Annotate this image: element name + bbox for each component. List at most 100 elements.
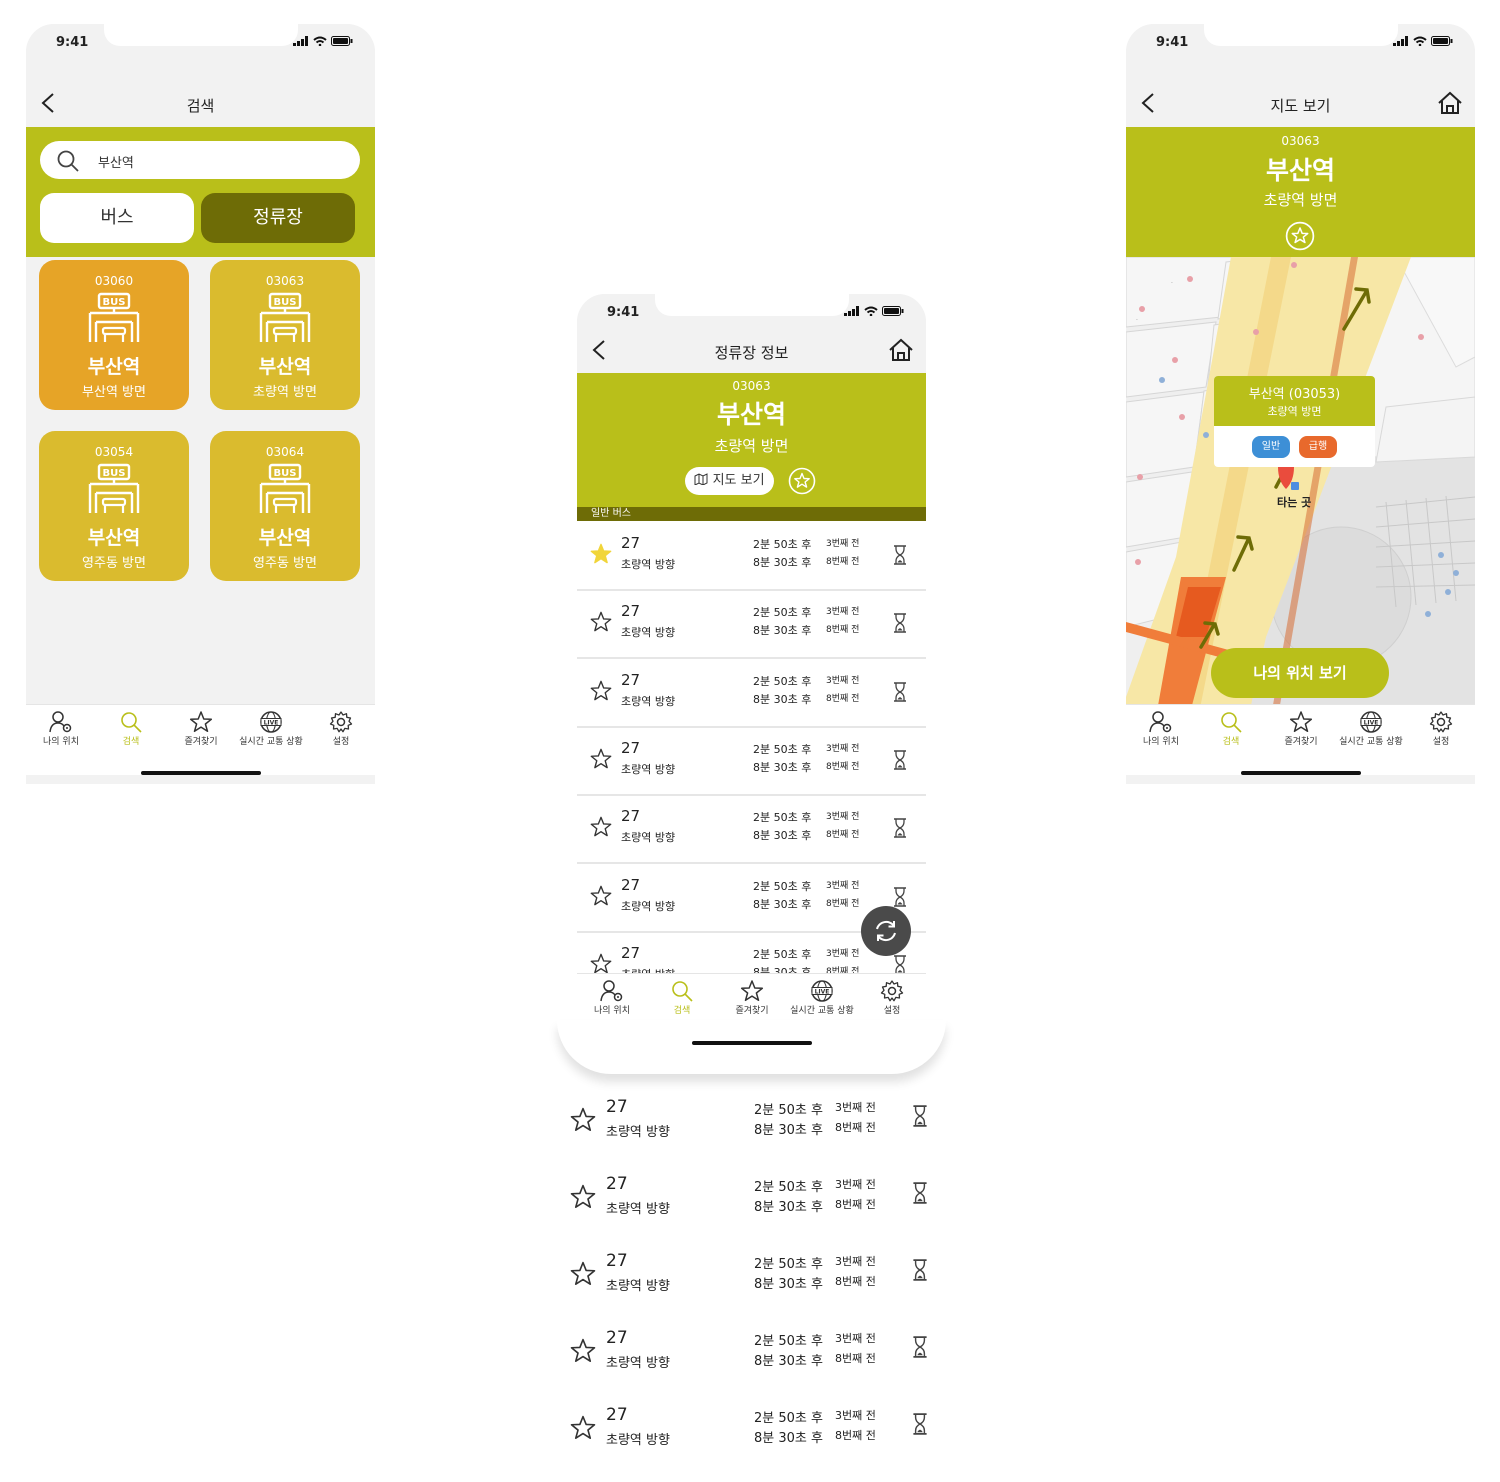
home-icon[interactable] — [1437, 91, 1463, 115]
tab-live-traffic[interactable]: LIVE 실시간 교통 상황 — [1336, 711, 1406, 747]
stop-tab-button[interactable]: 정류장 — [201, 193, 355, 243]
second-arrival-stops: 8번째 전 — [826, 966, 860, 973]
favorite-toggle[interactable] — [590, 953, 612, 973]
favorite-toggle[interactable] — [590, 816, 612, 842]
second-arrival-time: 8분 30초 후 — [753, 965, 812, 973]
refresh-icon — [876, 920, 896, 942]
arrival-alarm-button[interactable] — [912, 1259, 928, 1285]
first-arrival-stops: 3번째 전 — [835, 1409, 876, 1422]
arrival-alarm-button[interactable] — [912, 1336, 928, 1362]
tab-live-traffic[interactable]: LIVE 실시간 교통 상황 — [787, 980, 857, 1016]
first-arrival-time: 2분 50초 후 — [753, 606, 812, 620]
first-arrival-time: 2분 50초 후 — [753, 879, 812, 893]
arrival-row[interactable]: 27 초량역 방향 2분 50초 후 3번째 전 8분 30초 후 8번째 전 — [577, 521, 926, 591]
favorite-toggle[interactable] — [590, 748, 612, 774]
favorite-toggle[interactable] — [570, 1107, 596, 1137]
arrival-row[interactable]: 27 초량역 방향 2분 50초 후 3번째 전 8분 30초 후 8번째 전 — [566, 1328, 946, 1405]
stop-code: 03063 — [732, 379, 771, 393]
star-icon — [590, 953, 612, 973]
first-arrival-stops: 3번째 전 — [826, 539, 860, 549]
tab-favorites[interactable]: 즐겨찾기 — [1266, 711, 1336, 747]
tab-label: 설정 — [883, 1006, 901, 1016]
arrival-alarm-button[interactable] — [893, 954, 907, 973]
arrival-alarm-button[interactable] — [893, 818, 907, 842]
stop-card[interactable]: 03060 BUS 부산역 부산역 방면 — [39, 260, 189, 410]
view-map-button[interactable]: 지도 보기 — [685, 467, 774, 495]
first-arrival-stops: 3번째 전 — [826, 880, 860, 891]
favorite-toggle[interactable] — [570, 1261, 596, 1291]
arrival-row[interactable]: 27 초량역 방향 2분 50초 후 3번째 전 8분 30초 후 8번째 전 — [566, 1405, 946, 1482]
star-icon — [570, 1107, 596, 1131]
arrival-alarm-button[interactable] — [912, 1182, 928, 1208]
signal-icon — [293, 36, 308, 46]
hourglass-icon — [913, 1336, 927, 1358]
stop-card[interactable]: 03063 BUS 부산역 초량역 방면 — [210, 260, 360, 410]
favorite-toggle[interactable] — [590, 885, 612, 911]
favorite-toggle[interactable] — [570, 1338, 596, 1368]
favorite-toggle[interactable] — [570, 1415, 596, 1445]
gear-icon — [329, 711, 353, 733]
express-bus-button[interactable]: 급행 — [1299, 436, 1337, 458]
arrival-row[interactable]: 27 초량역 방향 2분 50초 후 3번째 전 8분 30초 후 8번째 전 — [566, 1097, 946, 1174]
arrival-row[interactable]: 27 초량역 방향 2분 50초 후 3번째 전 8분 30초 후 8번째 전 — [577, 726, 926, 796]
search-input[interactable] — [96, 150, 340, 172]
arrival-alarm-button[interactable] — [893, 613, 907, 637]
stop-card[interactable]: 03054 BUS 부산역 영주동 방면 — [39, 431, 189, 581]
tab-search[interactable]: 검색 — [1196, 711, 1266, 747]
home-icon[interactable] — [888, 338, 914, 362]
home-indicator — [692, 1041, 812, 1045]
tab-settings[interactable]: 설정 — [306, 711, 375, 747]
tab-favorites[interactable]: 즐겨찾기 — [166, 711, 236, 747]
bus-direction: 초량역 방향 — [606, 1279, 670, 1294]
stop-card[interactable]: 03064 BUS 부산역 영주동 방면 — [210, 431, 360, 581]
tab-search[interactable]: 검색 — [96, 711, 166, 747]
popup-stop-direction: 초량역 방면 — [1267, 405, 1322, 418]
tab-favorites[interactable]: 즐겨찾기 — [717, 980, 787, 1016]
favorite-toggle[interactable] — [590, 543, 612, 569]
first-arrival-time: 2분 50초 후 — [753, 538, 812, 551]
search-icon — [1221, 712, 1242, 733]
normal-bus-button[interactable]: 일반 — [1252, 436, 1290, 458]
arrival-row[interactable]: 27 초량역 방향 2분 50초 후 3번째 전 8분 30초 후 8번째 전 — [577, 658, 926, 728]
arrival-alarm-button[interactable] — [893, 750, 907, 774]
search-box[interactable] — [40, 141, 360, 179]
arrival-row[interactable]: 27 초량역 방향 2분 50초 후 3번째 전 8분 30초 후 8번째 전 — [577, 589, 926, 660]
stop-header: 03063 부산역 초량역 방면 — [1126, 127, 1475, 257]
tab-settings[interactable]: 설정 — [857, 980, 926, 1016]
bus-stop-icon: BUS — [88, 463, 140, 513]
favorite-star-button[interactable] — [788, 467, 816, 495]
first-arrival-time: 2분 50초 후 — [753, 947, 812, 961]
favorite-toggle[interactable] — [590, 680, 612, 706]
arrival-alarm-button[interactable] — [893, 545, 907, 569]
page-title: 정류장 정보 — [714, 344, 789, 362]
favorite-toggle[interactable] — [590, 611, 612, 637]
tab-my-location[interactable]: 나의 위치 — [26, 711, 96, 747]
hourglass-icon — [894, 545, 906, 565]
first-arrival-stops: 3번째 전 — [826, 948, 860, 959]
bus-tab-button[interactable]: 버스 — [40, 193, 194, 243]
arrival-alarm-button[interactable] — [912, 1105, 928, 1131]
tab-my-location[interactable]: 나의 위치 — [577, 980, 647, 1016]
tab-my-location[interactable]: 나의 위치 — [1126, 711, 1196, 747]
arrival-alarm-button[interactable] — [912, 1413, 928, 1439]
arrival-alarm-button[interactable] — [893, 681, 907, 706]
map-view[interactable]: · · 부산역 (03053) 초량역 방면 일반 급행 타는 곳 나의 위치 … — [1126, 257, 1475, 728]
refresh-button[interactable] — [861, 906, 911, 956]
tab-search[interactable]: 검색 — [647, 980, 717, 1016]
hourglass-icon — [894, 750, 906, 770]
favorite-toggle[interactable] — [570, 1184, 596, 1214]
bus-stop-icon: BUS — [259, 463, 311, 513]
person-location-icon — [600, 980, 623, 1002]
favorite-star-button[interactable] — [1285, 221, 1315, 251]
svg-text:·: · — [1171, 280, 1173, 287]
tab-label: 나의 위치 — [594, 1006, 630, 1016]
arrival-row[interactable]: 27 초량역 방향 2분 50초 후 3번째 전 8분 30초 후 8번째 전 — [577, 794, 926, 865]
arrival-row[interactable]: 27 초량역 방향 2분 50초 후 3번째 전 8분 30초 후 8번째 전 — [566, 1251, 946, 1328]
first-arrival-time: 2분 50초 후 — [754, 1180, 823, 1195]
my-location-button[interactable]: 나의 위치 보기 — [1211, 648, 1389, 698]
tab-settings[interactable]: 설정 — [1406, 711, 1475, 747]
tab-live-traffic[interactable]: LIVE 실시간 교통 상황 — [236, 711, 306, 747]
favorite-star-filled-icon — [590, 543, 612, 564]
svg-text:LIVE: LIVE — [1364, 720, 1379, 727]
arrival-row[interactable]: 27 초량역 방향 2분 50초 후 3번째 전 8분 30초 후 8번째 전 — [566, 1174, 946, 1251]
